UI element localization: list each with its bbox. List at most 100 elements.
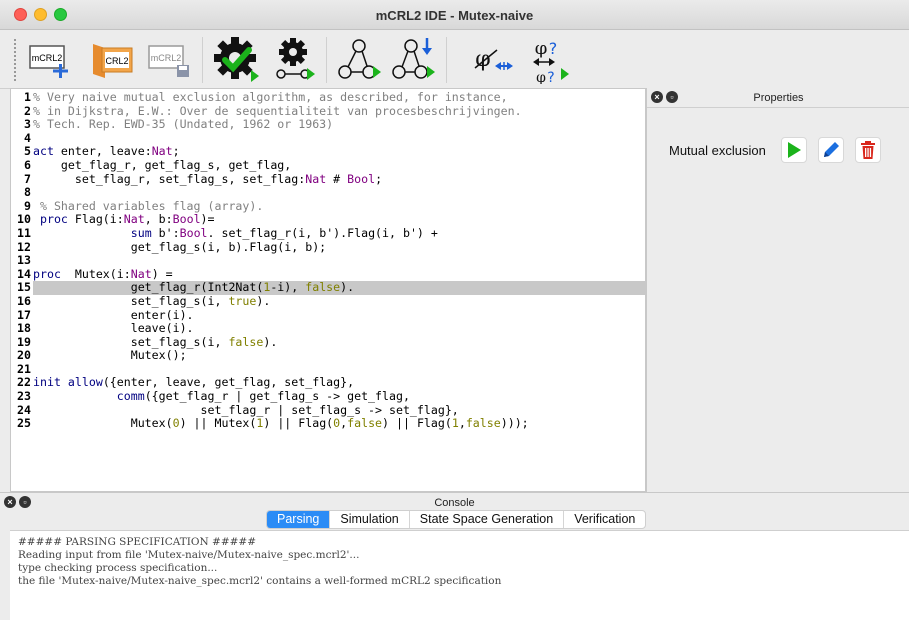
line-number: 1 [24,90,31,104]
code-text: % in Dijkstra, E.W.: Over de sequentiali… [33,103,522,118]
code-text: set_flag_s(i, true). [33,293,271,308]
code-line[interactable]: 11 sum b':Bool. set_flag_r(i, b').Flag(i… [17,225,645,241]
code-line[interactable]: 12 get_flag_s(i, b).Flag(i, b); [17,239,645,255]
code-text: Mutex(); [33,348,187,363]
line-number: 15 [17,280,31,295]
code-line[interactable]: 25 Mutex(0) || Mutex(1) || Flag(0,false)… [17,416,645,431]
code-line[interactable]: 22 init allow({enter, leave, get_flag, se… [17,375,645,390]
code-text: % Tech. Rep. EWD-35 (Undated, 1962 or 19… [33,117,334,132]
code-line[interactable]: 23 comm({get_flag_r | get_flag_s -> get_… [17,389,645,404]
parse-specification-button[interactable] [210,35,264,85]
verify-property-button[interactable] [781,137,807,163]
code-text: leave(i). [33,321,194,336]
play-icon [788,142,801,158]
title-bar: mCRL2 IDE - Mutex-naive [0,0,909,30]
open-project-button[interactable]: CRL2 [88,35,136,85]
new-project-button[interactable]: mCRL2 [26,35,76,85]
add-property-button[interactable]: φ [470,35,520,85]
code-text: comm({get_flag_r | get_flag_s -> get_fla… [116,389,410,404]
create-reduced-lts-button[interactable] [388,35,438,85]
gear-check-icon [214,37,259,82]
toolbar-separator [446,37,447,83]
line-number: 11 [17,225,31,240]
line-number: 10 [17,212,31,227]
code-line[interactable]: 10 proc Flag(i:Nat, b:Bool)= [17,212,645,227]
verify-all-properties-button[interactable]: φ ? φ ? [526,35,576,85]
tab-state-space-generation[interactable]: State Space Generation [410,511,565,528]
properties-title: Properties [753,92,804,104]
code-line[interactable]: 2% in Dijkstra, E.W.: Over de sequential… [24,103,645,119]
svg-text:φ: φ [536,70,546,84]
save-project-button[interactable]: mCRL2 [144,35,194,85]
code-line[interactable]: 21 [17,362,645,377]
simulate-button[interactable] [270,35,320,85]
delete-property-button[interactable] [855,137,881,163]
code-line[interactable]: 19 set_flag_s(i, false). [17,334,645,350]
code-text: enter(i). [33,307,194,322]
tab-parsing[interactable]: Parsing [267,511,331,528]
code-text: proc Flag(i:Nat, b:Bool)= [39,212,215,227]
code-text: sum b':Bool. set_flag_r(i, b').Flag(i, b… [130,225,438,240]
line-number: 7 [24,171,31,186]
code-text: proc Mutex(i:Nat) = [33,266,173,281]
console-output[interactable]: ##### PARSING SPECIFICATION ##### Readin… [10,530,909,620]
line-number: 19 [17,334,31,349]
console-tabs: Parsing Simulation State Space Generatio… [266,510,647,529]
line-number: 25 [17,416,31,431]
line-number: 5 [24,144,31,159]
edit-property-button[interactable] [818,137,844,163]
code-line[interactable]: 15 get_flag_r(Int2Nat(1-i), false). [17,280,645,295]
code-line[interactable]: 7 set_flag_r, set_flag_s, set_flag:Nat #… [24,171,645,187]
toolbar-grip[interactable] [14,39,17,81]
line-number: 16 [17,293,31,308]
log-line: ##### PARSING SPECIFICATION ##### [18,536,257,548]
line-number: 24 [17,402,31,417]
toolbar-separator [202,37,203,83]
line-number: 14 [17,266,31,281]
code-text: init allow({enter, leave, get_flag, set_… [33,375,355,390]
line-number: 12 [17,239,31,254]
save-file-icon: mCRL2 [148,45,189,77]
tab-verification[interactable]: Verification [564,511,645,528]
code-line[interactable]: 14 proc Mutex(i:Nat) = [17,266,645,282]
code-line[interactable]: 3% Tech. Rep. EWD-35 (Undated, 1962 or 1… [24,117,645,132]
add-property-icon: φ [474,47,513,72]
line-number: 20 [17,348,31,363]
line-number: 9 [24,198,31,213]
code-line[interactable]: 18 leave(i). [17,321,645,336]
svg-text:?: ? [547,70,554,84]
code-text: get_flag_s(i, b).Flag(i, b); [33,239,327,254]
code-text: % Very naive mutual exclusion algorithm,… [33,90,508,104]
line-number: 4 [24,130,31,145]
property-row: Mutual exclusion [669,135,901,165]
properties-dock: × ▫ Properties Mutual exclusion [646,88,909,492]
code-line[interactable]: 4 [24,131,645,146]
code-editor[interactable]: 1% Very naive mutual exclusion algorithm… [10,88,646,492]
code-area[interactable]: 1% Very naive mutual exclusion algorithm… [17,90,645,431]
code-text: set_flag_s(i, false). [33,334,278,349]
code-line[interactable]: 6 get_flag_r, get_flag_s, get_flag, [24,158,645,173]
window-title: mCRL2 IDE - Mutex-naive [375,8,534,23]
code-line[interactable]: 1% Very naive mutual exclusion algorithm… [24,90,645,105]
code-line[interactable]: 8 [24,186,645,200]
open-icon-text: CRL2 [105,56,128,66]
log-line: Reading input from file 'Mutex-naive/Mut… [18,549,360,561]
line-number: 17 [17,307,31,322]
code-text: act enter, leave:Nat; [33,144,180,159]
svg-text:?: ? [549,39,558,58]
create-lts-button[interactable] [334,35,384,85]
code-text: set_flag_r | set_flag_s -> set_flag}, [33,402,459,417]
code-text: set_flag_r, set_flag_s, set_flag:Nat # B… [33,171,383,186]
code-line[interactable]: 20 Mutex(); [17,348,645,363]
code-line[interactable]: 13 [17,254,645,268]
code-text: get_flag_r(Int2Nat(1-i), false). [33,280,355,295]
line-number: 8 [24,185,31,200]
code-line[interactable]: 17 enter(i). [17,307,645,323]
code-line[interactable]: 16 set_flag_s(i, true). [17,293,645,309]
code-text: Mutex(0) || Mutex(1) || Flag(0,false) ||… [33,416,529,431]
code-line[interactable]: 24 set_flag_r | set_flag_s -> set_flag}, [17,402,645,418]
console-title: Console [434,497,475,509]
code-line[interactable]: 9 % Shared variables flag (array). [24,199,645,214]
tab-simulation[interactable]: Simulation [330,511,410,528]
code-line[interactable]: 5 act enter, leave:Nat; [24,144,645,159]
